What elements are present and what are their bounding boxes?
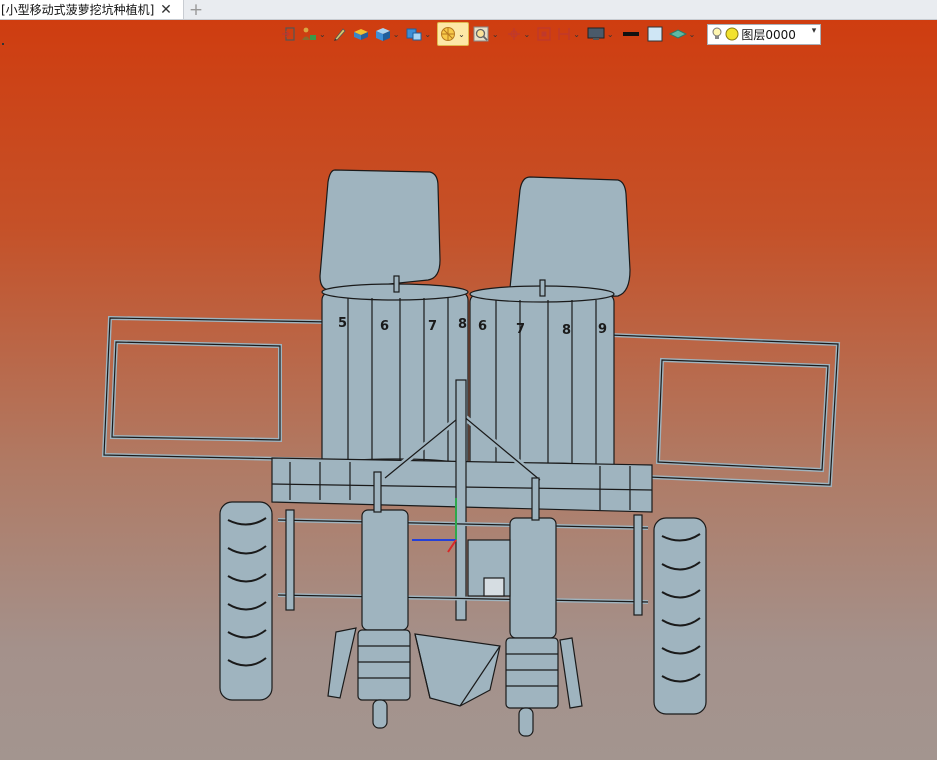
left-planting-unit bbox=[357, 471, 411, 729]
hopper-number: 5 bbox=[338, 316, 347, 331]
hopper-number: 6 bbox=[478, 319, 487, 334]
tab-bar: [小型移动式菠萝挖坑种植机] ✕ + bbox=[0, 0, 937, 20]
close-icon[interactable]: ✕ bbox=[159, 0, 173, 19]
add-tab-button[interactable]: + bbox=[187, 0, 205, 20]
hopper-number: 8 bbox=[562, 323, 571, 338]
hopper-number: 9 bbox=[598, 322, 607, 337]
left-seat bbox=[319, 169, 441, 291]
right-planting-unit bbox=[505, 477, 559, 737]
left-wheel bbox=[219, 501, 273, 701]
left-side-frame bbox=[101, 315, 332, 463]
hopper-number: 7 bbox=[428, 319, 437, 334]
right-seat bbox=[509, 176, 631, 301]
right-side-frame bbox=[601, 332, 841, 488]
document-tab[interactable]: [小型移动式菠萝挖坑种植机] ✕ bbox=[0, 0, 184, 19]
right-hopper bbox=[469, 279, 615, 478]
furrow-opener bbox=[414, 633, 501, 707]
hopper-number: 7 bbox=[516, 322, 525, 337]
right-wheel bbox=[653, 517, 707, 715]
left-hopper bbox=[321, 275, 469, 474]
3d-viewport[interactable]: ⌄ ⌄ ⌄ ⌄ ⌄ ⌄ ⌄ ⌄ ⌄ 图层0000 ▾ 5 6 7 8 6 7 8… bbox=[0, 20, 937, 760]
document-tab-title: [小型移动式菠萝挖坑种植机] bbox=[1, 3, 155, 17]
hopper-number: 6 bbox=[380, 319, 389, 334]
planter-machine-model: 5 6 7 8 6 7 8 9 bbox=[101, 169, 841, 737]
hopper-number: 8 bbox=[458, 317, 467, 332]
